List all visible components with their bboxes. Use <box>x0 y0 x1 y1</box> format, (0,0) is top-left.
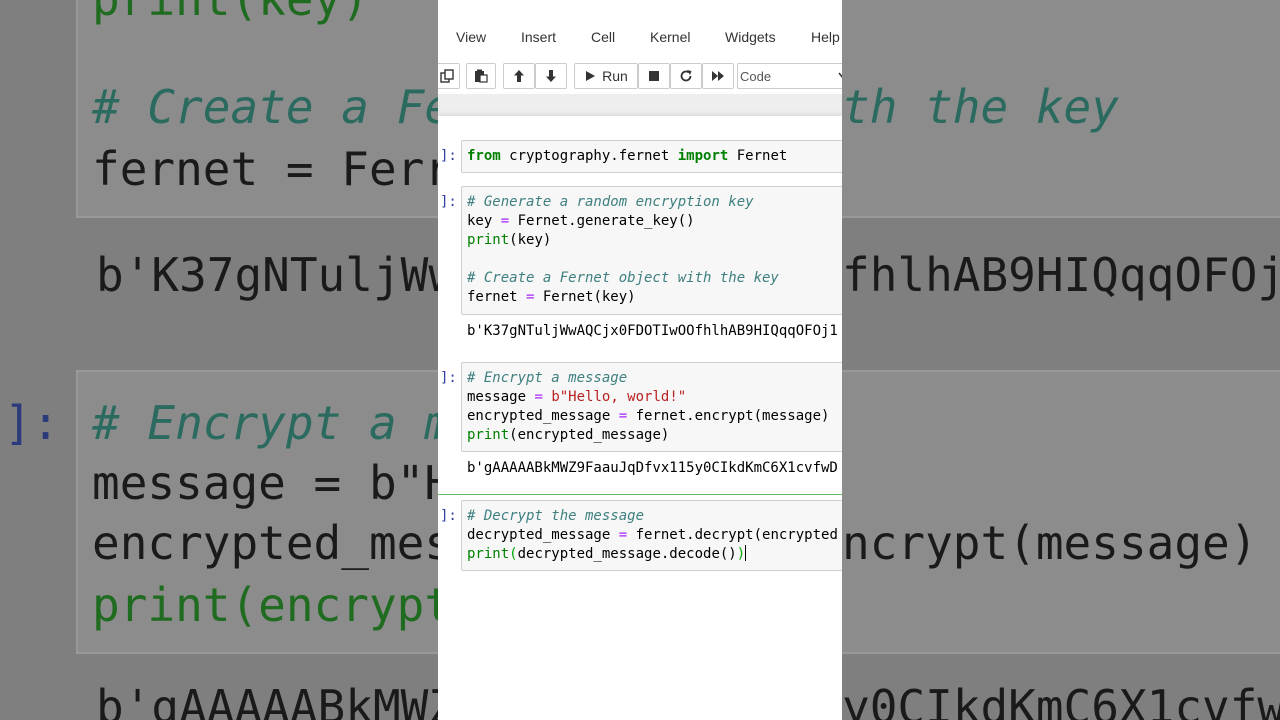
menu-cell[interactable]: Cell <box>591 29 615 45</box>
cell-1-code: from cryptography.fernet import Fernet <box>467 148 788 164</box>
cell-1-prompt: ]: <box>440 148 457 164</box>
run-button[interactable]: Run <box>574 63 638 89</box>
cell-4-code: # Decrypt the message decrypted_message … <box>467 508 838 562</box>
notebook-container: ]: from cryptography.fernet import Ferne… <box>438 116 842 692</box>
title-strip <box>438 0 842 21</box>
paste-icon <box>475 69 488 83</box>
toolbar: Run Code <box>438 56 842 94</box>
bg-message-line: message = b"H <box>92 456 453 510</box>
cell-3-code: # Encrypt a message message = b"Hello, w… <box>467 370 830 443</box>
bg-output2-right: y0CIkdKmC6X1cvfwD <box>842 680 1280 720</box>
chevron-down-icon <box>838 72 842 78</box>
run-label: Run <box>602 68 628 84</box>
run-all-button[interactable] <box>702 63 734 89</box>
bg-print-line: print(encrypt <box>92 578 453 632</box>
arrow-down-icon <box>546 70 556 82</box>
cell-4-prompt: ]: <box>440 508 457 524</box>
arrow-up-icon <box>514 70 524 82</box>
text-cursor <box>745 545 747 561</box>
menu-insert[interactable]: Insert <box>521 29 556 45</box>
cell-3-output: b'gAAAAABkMWZ9FaauJqDfvx115y0CIkdKmC6X1c… <box>467 460 838 476</box>
bg-comment-encrypt: # Encrypt a m <box>92 396 453 450</box>
menu-view[interactable]: View <box>456 29 486 45</box>
bg-output2-left: b'gAAAAABkMWZ <box>96 680 457 720</box>
restart-icon <box>680 70 692 82</box>
move-up-button[interactable] <box>503 63 535 89</box>
bg-output1-right: fhlhAB9HIQqqOFOj1 <box>842 248 1280 302</box>
bg-comment-create: # Create a Fe <box>92 80 453 134</box>
interrupt-button[interactable] <box>638 63 670 89</box>
bg-output1-left: b'K37gNTuljWw <box>96 248 457 302</box>
copy-icon <box>440 69 454 83</box>
cell-type-select[interactable]: Code <box>737 63 842 89</box>
menu-kernel[interactable]: Kernel <box>650 29 690 45</box>
stop-icon <box>649 71 659 81</box>
bg-prompt: ]: <box>4 396 60 450</box>
play-icon <box>586 71 596 81</box>
bg-encrypt-right: ncrypt(message) <box>842 516 1258 570</box>
cell-2-code: # Generate a random encryption key key =… <box>467 194 779 305</box>
cell-2-output: b'K37gNTuljWwAQCjx0FDOTIwOOfhlhAB9HIQqqO… <box>467 323 838 339</box>
menu-widgets[interactable]: Widgets <box>725 29 776 45</box>
paste-button[interactable] <box>466 63 496 89</box>
bg-comment-create-right: th the key <box>842 80 1119 134</box>
bg-fernet-line: fernet = Ferr <box>92 142 453 196</box>
restart-button[interactable] <box>670 63 702 89</box>
cell-2-prompt: ]: <box>440 194 457 210</box>
fast-forward-icon <box>712 71 724 81</box>
header-separator <box>438 94 842 116</box>
cell-type-value: Code <box>740 69 772 84</box>
cell-3-prompt: ]: <box>440 370 457 386</box>
menu-help[interactable]: Help <box>811 29 840 45</box>
bg-encrypted-line: encrypted_mes <box>92 516 453 570</box>
copy-button[interactable] <box>438 63 460 89</box>
page-below <box>438 596 842 720</box>
notebook-window: View Insert Cell Kernel Widgets Help Run <box>438 0 842 720</box>
move-down-button[interactable] <box>535 63 567 89</box>
bg-top-partial: print(key) <box>92 0 369 26</box>
menu-bar: View Insert Cell Kernel Widgets Help <box>438 20 842 57</box>
